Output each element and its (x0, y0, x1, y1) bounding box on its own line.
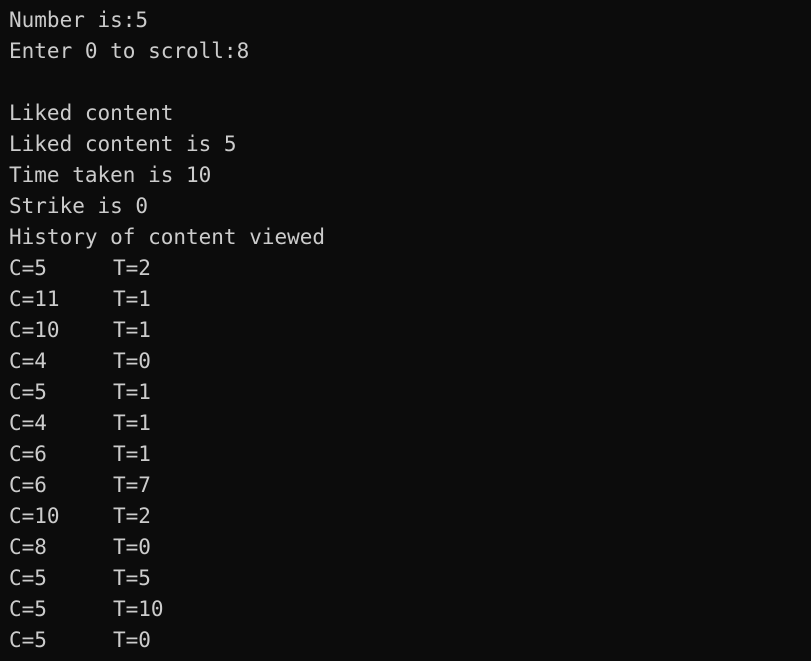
history-time-value: T=0 (113, 628, 151, 652)
history-content-value: C=11 (9, 287, 60, 311)
liked-content-header: Liked content (9, 101, 174, 125)
time-taken-line: Time taken is 10 (9, 163, 212, 187)
history-content-value: C=4 (9, 349, 47, 373)
history-content-value: C=5 (9, 566, 47, 590)
number-line: Number is:5 (9, 8, 149, 32)
history-time-value: T=1 (113, 318, 151, 342)
history-row: C=6 T=7 (9, 470, 811, 501)
history-list: C=5 T=2 C=11 T=1 C=10 T=1 C=4 T=0 C=5 T=1 C=4 T=1 C=… (9, 253, 811, 656)
history-content-value: C=5 (9, 628, 47, 652)
history-row: C=5 T=1 (9, 377, 811, 408)
history-header: History of content viewed (9, 225, 326, 249)
history-time-value: T=1 (113, 411, 151, 435)
terminal-output[interactable]: Number is:5 Enter 0 to scroll:8 Liked co… (0, 0, 811, 661)
history-time-value: T=2 (113, 256, 151, 280)
history-time-value: T=1 (113, 380, 151, 404)
history-content-value: C=5 (9, 380, 47, 404)
history-content-value: C=5 (9, 256, 47, 280)
history-content-value: C=8 (9, 535, 47, 559)
history-time-value: T=10 (113, 597, 164, 621)
history-time-value: T=1 (113, 287, 151, 311)
history-content-value: C=5 (9, 597, 47, 621)
history-time-value: T=1 (113, 442, 151, 466)
history-row: C=10 T=2 (9, 501, 811, 532)
liked-content-value: Liked content is 5 (9, 132, 237, 156)
strike-line: Strike is 0 (9, 194, 149, 218)
history-row: C=5 T=0 (9, 625, 811, 656)
history-time-value: T=2 (113, 504, 151, 528)
history-row: C=10 T=1 (9, 315, 811, 346)
history-time-value: T=5 (113, 566, 151, 590)
history-content-value: C=10 (9, 504, 60, 528)
history-content-value: C=4 (9, 411, 47, 435)
history-row: C=4 T=0 (9, 346, 811, 377)
history-row: C=6 T=1 (9, 439, 811, 470)
history-row: C=4 T=1 (9, 408, 811, 439)
history-content-value: C=10 (9, 318, 60, 342)
history-content-value: C=6 (9, 442, 47, 466)
history-time-value: T=0 (113, 349, 151, 373)
history-row: C=5 T=2 (9, 253, 811, 284)
history-row: C=5 T=10 (9, 594, 811, 625)
history-time-value: T=0 (113, 535, 151, 559)
history-content-value: C=6 (9, 473, 47, 497)
history-row: C=5 T=5 (9, 563, 811, 594)
scroll-prompt-line: Enter 0 to scroll:8 (9, 39, 250, 63)
history-row: C=11 T=1 (9, 284, 811, 315)
history-row: C=8 T=0 (9, 532, 811, 563)
history-time-value: T=7 (113, 473, 151, 497)
